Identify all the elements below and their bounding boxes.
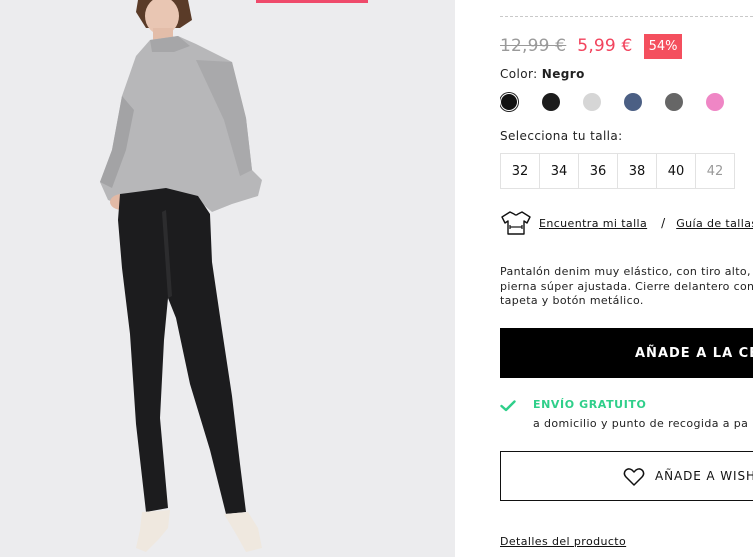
add-to-wishlist-button[interactable]: AÑADE A WISHLIST: [500, 451, 753, 501]
add-to-cart-label: AÑADE A LA CESTA: [635, 345, 753, 361]
model-photo: [100, 0, 262, 552]
product-details-link[interactable]: Detalles del producto: [500, 535, 626, 548]
size-guide-link[interactable]: Guía de tallas: [676, 217, 753, 230]
color-swatch-negro-2[interactable]: [542, 93, 560, 111]
add-to-cart-button[interactable]: AÑADE A LA CESTA: [500, 328, 753, 378]
product-info-panel: 12,99 € 5,99 € 54% Color: Negro Seleccio…: [500, 0, 753, 557]
description-line: Pantalón denim muy elástico, con tiro al…: [500, 265, 753, 278]
discount-badge: 54%: [643, 33, 683, 59]
size-option-38[interactable]: 38: [617, 153, 657, 189]
find-my-size-link[interactable]: Encuentra mi talla: [539, 217, 647, 230]
color-swatch-azul-denim[interactable]: [624, 93, 642, 111]
color-swatch-rosa[interactable]: [706, 93, 724, 111]
color-label: Color:: [500, 67, 538, 81]
color-swatch-gris-oscuro[interactable]: [665, 93, 683, 111]
link-separator: /: [661, 216, 666, 230]
product-image[interactable]: [0, 0, 455, 557]
heart-icon: [623, 468, 645, 486]
shipping-subtitle: a domicilio y punto de recogida a pa: [533, 417, 749, 430]
color-label-row: Color: Negro: [500, 67, 585, 81]
old-price: 12,99 €: [500, 36, 567, 56]
size-selector: 32 34 36 38 40 42: [500, 153, 735, 189]
size-option-34[interactable]: 34: [539, 153, 579, 189]
divider: [500, 16, 753, 17]
description-line: pierna súper ajustada. Cierre delantero …: [500, 279, 753, 293]
check-icon: [500, 400, 516, 412]
sale-price: 5,99 €: [577, 36, 633, 56]
size-option-40[interactable]: 40: [656, 153, 696, 189]
shipping-title: ENVÍO GRATUITO: [533, 398, 647, 411]
product-description: Pantalón denim muy elástico, con tiro al…: [500, 265, 753, 309]
size-option-36[interactable]: 36: [578, 153, 618, 189]
tshirt-icon: [501, 211, 531, 235]
selected-color-name: Negro: [541, 67, 585, 81]
description-line: tapeta y botón metálico.: [500, 294, 644, 307]
fit-links-row: Encuentra mi talla / Guía de tallas: [500, 210, 753, 236]
price-row: 12,99 € 5,99 € 54%: [500, 33, 683, 59]
color-swatch-gris-claro[interactable]: [583, 93, 601, 111]
size-label: Selecciona tu talla:: [500, 129, 623, 143]
size-option-42[interactable]: 42: [695, 153, 735, 189]
wishlist-label: AÑADE A WISHLIST: [655, 469, 753, 483]
color-swatch-negro[interactable]: [501, 94, 517, 110]
size-option-32[interactable]: 32: [500, 153, 540, 189]
